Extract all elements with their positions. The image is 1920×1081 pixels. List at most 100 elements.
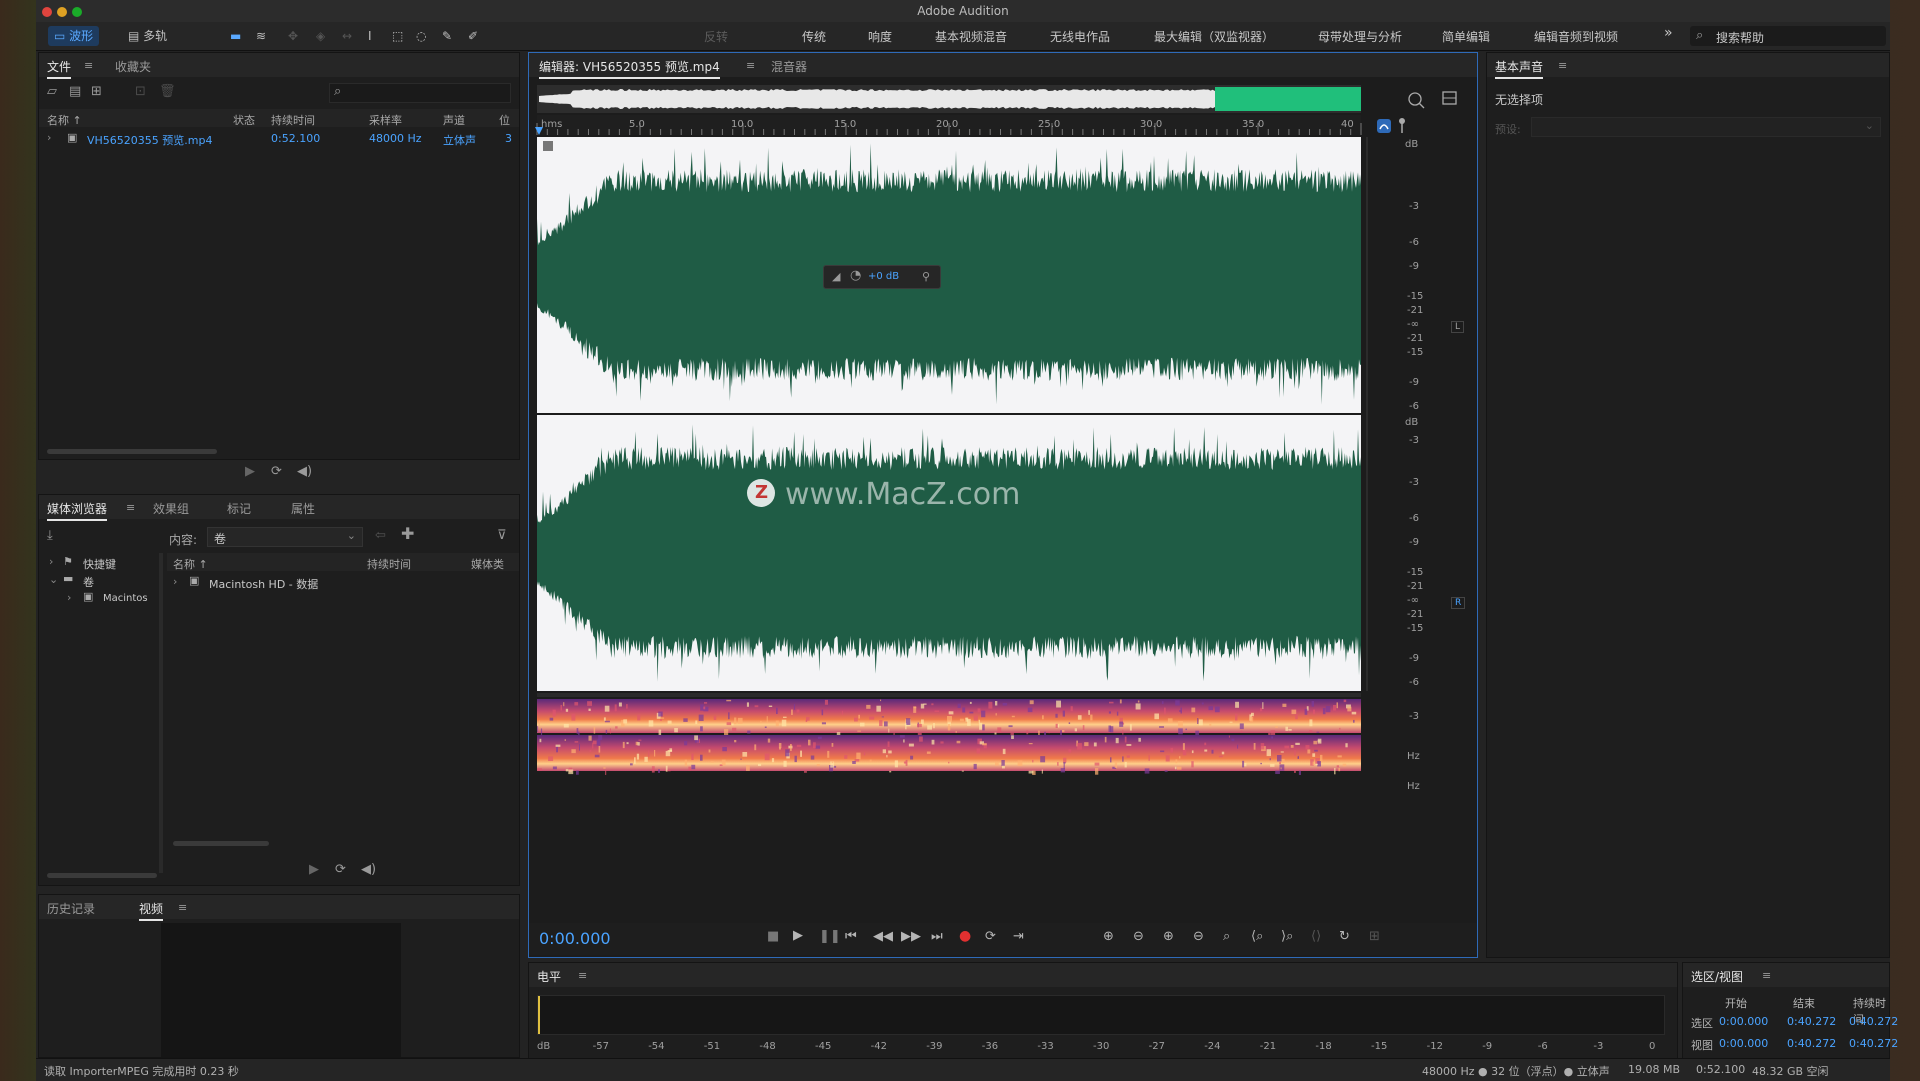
gain-hud[interactable]: ◢ ◔ +0 dB ⚲ [823, 265, 941, 289]
tab-properties[interactable]: 属性 [291, 500, 315, 517]
tree-divider[interactable] [159, 553, 163, 873]
channel-right-toggle[interactable]: R [1451, 597, 1466, 609]
tree-chevron-open-icon[interactable]: ⌄ [49, 573, 58, 586]
zoom-custom-icon[interactable]: ⊞ [1369, 929, 1380, 944]
zoom-in-amplitude-icon[interactable]: ⊕ [1103, 929, 1114, 944]
workspace-simple-edit[interactable]: 简单编辑 [1442, 28, 1490, 45]
marquee-tool-icon[interactable]: ⬚ [386, 26, 409, 46]
record-button[interactable]: ● [959, 928, 971, 944]
workspace-edit-audio-to-video[interactable]: 编辑音频到视频 [1534, 28, 1618, 45]
multitrack-view-button[interactable]: ▤ 多轨 [122, 26, 173, 46]
tab-selection-view[interactable]: 选区/视图 [1691, 968, 1743, 987]
spot-healing-tool-icon[interactable]: ✐ [462, 26, 484, 46]
move-tool-icon[interactable]: ✥ [282, 26, 304, 46]
col-media-name[interactable]: 名称 ↑ [173, 556, 208, 572]
panel-layout-icon[interactable] [1442, 91, 1457, 105]
sel-start[interactable]: 0:00.000 [1719, 1015, 1768, 1028]
loop-preview-icon[interactable]: ⟳ [271, 465, 282, 479]
channel-left-toggle[interactable]: L [1451, 321, 1465, 333]
expand-chevron-icon[interactable]: › [173, 575, 177, 588]
open-file-icon[interactable]: ▱ [47, 85, 57, 99]
workspace-essential-video-mix[interactable]: 基本视频混音 [935, 28, 1007, 45]
tab-files[interactable]: 文件 [47, 58, 72, 79]
sel-duration[interactable]: 0:40.272 [1849, 1015, 1898, 1028]
headphones-icon[interactable] [1377, 119, 1391, 133]
tree-chevron-icon[interactable]: › [49, 555, 53, 568]
brush-tool-icon[interactable]: ✎ [436, 26, 458, 46]
zoom-full-icon[interactable]: ⌕ [1223, 929, 1230, 944]
spectral-display-icon[interactable]: ▬ [224, 26, 247, 46]
spectral-display-right[interactable] [537, 735, 1361, 771]
pin-icon[interactable] [1399, 118, 1405, 133]
add-shortcut-icon[interactable]: ✚ [401, 526, 414, 542]
tab-history[interactable]: 历史记录 [47, 900, 95, 917]
go-to-start-button[interactable]: ⏮ [845, 929, 857, 944]
expand-chevron-icon[interactable]: › [47, 131, 51, 144]
tab-effects-rack[interactable]: 效果组 [153, 500, 189, 517]
sel-end[interactable]: 0:40.272 [1787, 1015, 1836, 1028]
slip-tool-icon[interactable]: ↔ [336, 26, 358, 46]
lasso-tool-icon[interactable]: ◌ [410, 26, 432, 46]
col-sample-rate[interactable]: 采样率 [369, 112, 402, 128]
zoom-out-amplitude-icon[interactable]: ⊖ [1133, 929, 1144, 944]
zoom-out-time-icon[interactable]: ⊖ [1193, 929, 1204, 944]
col-status[interactable]: 状态 [233, 112, 255, 128]
loop-preview-icon[interactable]: ⟳ [335, 863, 346, 877]
razor-tool-icon[interactable]: ◈ [310, 26, 331, 46]
workspace-invert[interactable]: 反转 [704, 28, 728, 45]
tree-item-volumes[interactable]: 卷 [83, 574, 94, 590]
tab-essential-sound[interactable]: 基本声音 [1495, 58, 1544, 79]
view-start[interactable]: 0:00.000 [1719, 1037, 1768, 1050]
media-scrollbar[interactable] [173, 841, 269, 846]
delete-file-icon[interactable]: 🗑 [159, 85, 176, 99]
levels-menu-icon[interactable]: ≡ [578, 969, 587, 982]
content-dropdown[interactable]: 卷 ⌄ [207, 527, 363, 547]
tree-item-shortcuts[interactable]: 快捷键 [83, 556, 116, 572]
zoom-out-point-icon[interactable]: ⟩⌕ [1281, 929, 1293, 944]
auto-play-icon[interactable]: ◀) [361, 863, 376, 877]
help-search-field[interactable]: ⌕ 搜索帮助 [1690, 26, 1886, 46]
workspace-radio-production[interactable]: 无线电作品 [1050, 28, 1110, 45]
files-search-input[interactable]: ⌕ [329, 83, 511, 103]
filter-icon[interactable]: ⊽ [497, 529, 507, 543]
zoom-selection-icon[interactable]: ⟨⟩ [1311, 929, 1321, 944]
minimize-window-button[interactable] [57, 7, 67, 17]
essential-sound-menu-icon[interactable]: ≡ [1558, 59, 1567, 72]
stop-button[interactable]: ■ [767, 929, 779, 944]
spectral-divider[interactable] [537, 693, 1361, 697]
loop-playback-button[interactable]: ⟳ [985, 929, 996, 944]
new-file-icon[interactable]: ⊞ [91, 85, 102, 99]
media-browser-menu-icon[interactable]: ≡ [126, 501, 135, 514]
back-arrow-icon[interactable]: ⇦ [375, 529, 386, 543]
preset-dropdown[interactable]: ⌄ [1531, 117, 1881, 137]
editor-menu-icon[interactable]: ≡ [746, 59, 755, 72]
zoom-window-button[interactable] [72, 7, 82, 17]
col-channels[interactable]: 声道 [443, 112, 465, 128]
current-timecode[interactable]: 0:00.000 [539, 929, 611, 948]
col-name[interactable]: 名称 ↑ [47, 112, 82, 128]
auto-play-icon[interactable]: ◀) [297, 465, 312, 479]
play-preview-icon[interactable]: ▶ [309, 863, 319, 877]
tab-favorites[interactable]: 收藏夹 [115, 58, 151, 75]
play-button[interactable]: ▶ [793, 928, 803, 943]
files-menu-icon[interactable]: ≡ [84, 59, 93, 72]
more-workspaces-button[interactable]: » [1664, 25, 1673, 41]
video-menu-icon[interactable]: ≡ [178, 901, 187, 914]
go-to-end-button[interactable]: ⏭ [931, 929, 943, 944]
tab-mixer[interactable]: 混音器 [771, 58, 807, 75]
selection-view-menu-icon[interactable]: ≡ [1762, 969, 1771, 982]
workspace-max-edit[interactable]: 最大编辑（双监视器） [1154, 28, 1274, 45]
tree-item-macintosh[interactable]: Macintos [103, 593, 148, 604]
close-window-button[interactable] [42, 7, 52, 17]
tab-video[interactable]: 视频 [139, 900, 164, 921]
col-media-type[interactable]: 媒体类 [471, 556, 504, 572]
zoom-in-time-icon[interactable]: ⊕ [1163, 929, 1174, 944]
hud-pin-icon[interactable]: ⚲ [922, 270, 930, 284]
tree-scrollbar[interactable] [47, 873, 157, 878]
gain-knob-icon[interactable]: ◔ [850, 269, 861, 283]
spectral-pitch-icon[interactable]: ≋ [250, 26, 272, 46]
view-duration[interactable]: 0:40.272 [1849, 1037, 1898, 1050]
time-selection-tool-icon[interactable]: I [362, 26, 378, 46]
tab-media-browser[interactable]: 媒体浏览器 [47, 500, 108, 521]
workspace-loudness[interactable]: 响度 [868, 28, 892, 45]
